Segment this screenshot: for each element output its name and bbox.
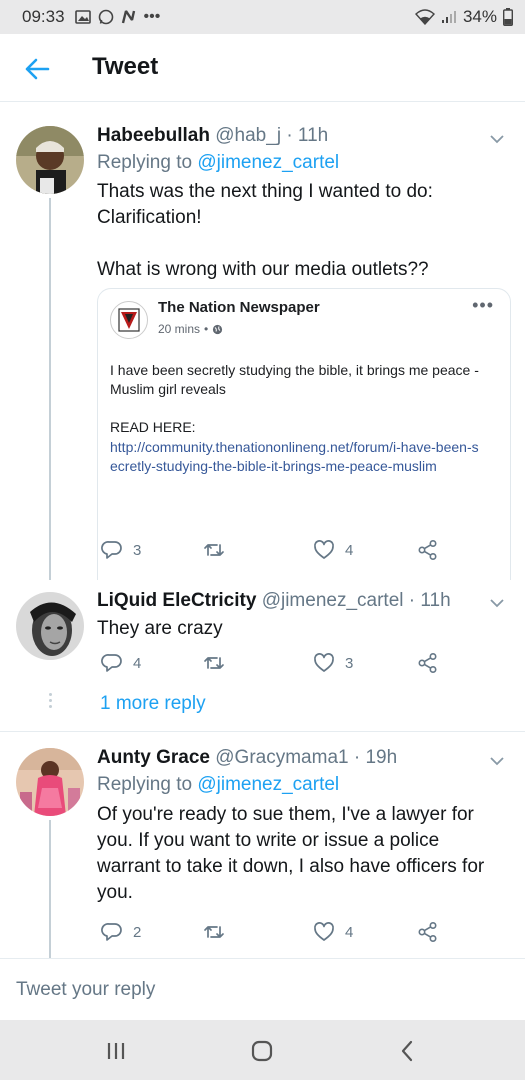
avatar[interactable]: [16, 748, 84, 816]
timestamp: · 19h: [353, 747, 398, 768]
retweet-icon: [204, 926, 224, 938]
like-action[interactable]: 4: [313, 921, 353, 943]
timestamp: · 11h: [408, 590, 451, 611]
back-nav-icon[interactable]: [395, 1038, 421, 1064]
card-link[interactable]: http://community.thenationonlineng.net/f…: [110, 438, 480, 476]
like-icon: [314, 922, 334, 941]
reply-input[interactable]: Tweet your reply: [16, 979, 155, 1001]
battery-percent: 34%: [462, 7, 497, 26]
avatar[interactable]: [16, 592, 84, 660]
tweet-actions: 3 4: [97, 539, 457, 565]
reply-icon: [101, 654, 122, 672]
reply-count: 2: [133, 923, 142, 941]
more-icon[interactable]: •••: [472, 295, 494, 316]
card-read-here: READ HERE:: [110, 419, 196, 435]
replying-to-prefix: Replying to: [97, 152, 198, 173]
display-name[interactable]: LiQuid EleCtricity: [97, 590, 256, 611]
tweet-header: LiQuid EleCtricity @jimenez_cartel · 11h: [97, 590, 451, 612]
retweet-icon: [204, 657, 224, 669]
tweet-header: Habeebullah @hab_j · 11h: [97, 125, 328, 147]
share-action[interactable]: [417, 539, 439, 561]
signal-icon: [441, 11, 456, 23]
page-title: Tweet: [92, 53, 159, 80]
reply-count: 4: [133, 654, 142, 672]
battery-icon: [503, 8, 513, 26]
source-logo: [110, 301, 148, 339]
handle[interactable]: @jimenez_cartel: [262, 590, 404, 611]
more-replies-link[interactable]: 1 more reply: [100, 693, 206, 715]
globe-icon: [213, 324, 223, 334]
share-action[interactable]: [417, 921, 439, 943]
share-action[interactable]: [417, 652, 439, 674]
retweet-action[interactable]: [203, 539, 225, 561]
replying-to: Replying to @jimenez_cartel: [97, 774, 339, 796]
reply-composer[interactable]: Tweet your reply: [0, 958, 525, 1020]
thread-line: [49, 820, 51, 958]
retweet-action[interactable]: [203, 921, 225, 943]
share-icon: [418, 652, 437, 674]
like-icon: [314, 540, 334, 559]
status-bar: 09:33 ••• 34%: [0, 0, 525, 34]
reply-action[interactable]: 2: [101, 921, 141, 943]
tweet-text: They are crazy: [97, 618, 223, 639]
card-time-text: 20 mins: [158, 322, 201, 336]
reply-icon: [101, 541, 122, 559]
card-text: I have been secretly studying the bible,…: [110, 362, 479, 397]
replying-to-prefix: Replying to: [97, 774, 198, 795]
retweet-action[interactable]: [203, 652, 225, 674]
whatsapp-icon: [98, 9, 113, 25]
share-icon: [418, 921, 437, 943]
display-name[interactable]: Aunty Grace: [97, 747, 210, 768]
more-icon: •••: [143, 8, 161, 25]
gallery-icon: [74, 10, 91, 24]
tweet-liquid-electricity[interactable]: LiQuid EleCtricity @jimenez_cartel · 11h…: [0, 580, 525, 730]
replying-to-handle[interactable]: @jimenez_cartel: [197, 774, 339, 795]
status-time: 09:33: [22, 7, 65, 26]
tweet-actions: 4 3: [97, 652, 457, 678]
tweet-text: Thats was the next thing I wanted to do:…: [97, 181, 433, 280]
tweet-aunty-grace[interactable]: Aunty Grace @Gracymama1 · 19h Replying t…: [0, 732, 525, 958]
link-card[interactable]: The Nation Newspaper 20 mins • ••• I hav…: [97, 288, 511, 628]
like-action[interactable]: 4: [313, 539, 353, 561]
thread-dots: [47, 693, 53, 708]
display-name[interactable]: Habeebullah: [97, 125, 210, 146]
like-action[interactable]: 3: [313, 652, 353, 674]
replying-to: Replying to @jimenez_cartel: [97, 152, 339, 174]
tweet-header: Aunty Grace @Gracymama1 · 19h: [97, 747, 397, 769]
reply-action[interactable]: 4: [101, 652, 141, 674]
handle[interactable]: @hab_j: [215, 125, 281, 146]
reply-count: 3: [133, 541, 142, 559]
share-icon: [418, 539, 437, 561]
back-arrow-icon[interactable]: [22, 54, 52, 84]
handle[interactable]: @Gracymama1: [215, 747, 348, 768]
replying-to-handle[interactable]: @jimenez_cartel: [197, 152, 339, 173]
chevron-down-icon[interactable]: [487, 129, 507, 149]
card-source: The Nation Newspaper: [158, 299, 320, 316]
tweet-actions: 2 4: [97, 921, 457, 947]
avatar[interactable]: [16, 126, 84, 194]
recent-apps-icon[interactable]: [103, 1038, 129, 1064]
wifi-icon: [414, 9, 435, 25]
like-icon: [314, 653, 334, 672]
like-count: 4: [345, 923, 354, 941]
top-app-bar: Tweet: [0, 34, 525, 102]
thread-line: [49, 198, 51, 580]
system-nav-bar: [0, 1020, 525, 1080]
tweet-text: Of you're ready to sue them, I've a lawy…: [97, 804, 490, 903]
like-count: 3: [345, 654, 354, 672]
reply-action[interactable]: 3: [101, 539, 141, 561]
retweet-icon: [204, 544, 224, 556]
home-icon[interactable]: [249, 1038, 275, 1064]
n-icon: [121, 10, 135, 24]
reply-icon: [101, 923, 122, 941]
chevron-down-icon[interactable]: [487, 593, 507, 613]
tweet-habeebullah[interactable]: Habeebullah @hab_j · 11h Replying to @ji…: [0, 103, 525, 628]
card-time: 20 mins •: [158, 322, 223, 336]
chevron-down-icon[interactable]: [487, 751, 507, 771]
timestamp: · 11h: [286, 125, 329, 146]
like-count: 4: [345, 541, 354, 559]
